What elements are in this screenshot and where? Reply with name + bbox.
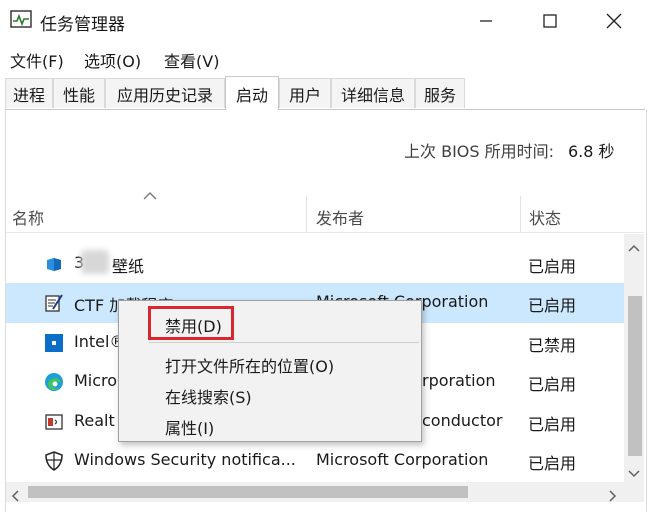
scrollbar-corner [624, 482, 644, 502]
tab-app-history[interactable]: 应用历史记录 [105, 78, 225, 108]
highlight-annotation-box [148, 306, 234, 340]
tab-processes[interactable]: 进程 [5, 78, 53, 108]
tab-services[interactable]: 服务 [415, 78, 465, 108]
column-header-publisher[interactable]: 发布者 [316, 205, 364, 229]
context-item-properties[interactable]: 属性(I) [165, 415, 214, 439]
status-bar [0, 512, 650, 530]
edge-icon [44, 372, 64, 392]
context-item-search-online[interactable]: 在线搜索(S) [165, 384, 252, 408]
window-title: 任务管理器 [40, 15, 125, 35]
row-name: Windows Security notifica... [74, 450, 296, 469]
row-publisher: rporation [422, 371, 496, 390]
bios-time-value: 6.8 秒 [568, 142, 615, 161]
column-header-name[interactable]: 名称 [12, 205, 44, 229]
context-item-open-file-location[interactable]: 打开文件所在的位置(O) [165, 353, 334, 377]
row-status: 已启用 [528, 454, 577, 473]
table-row[interactable]: Windows Security notifica... Microsoft C… [6, 441, 624, 481]
row-name: 壁纸 [112, 257, 145, 276]
close-icon [606, 13, 622, 29]
maximize-icon [543, 14, 557, 28]
redacted-text [81, 250, 109, 274]
column-separator[interactable] [520, 196, 521, 232]
row-publisher: Microsoft Corporation [316, 450, 489, 469]
header-divider [6, 232, 644, 233]
column-header-status[interactable]: 状态 [529, 205, 561, 229]
close-button[interactable] [584, 0, 644, 42]
vertical-scroll-thumb[interactable] [628, 296, 642, 456]
scroll-left-icon[interactable] [10, 487, 20, 506]
row-name: Micro [74, 371, 118, 390]
tab-performance[interactable]: 性能 [53, 78, 105, 108]
bios-time-label: 上次 BIOS 所用时间: [404, 142, 555, 161]
task-manager-icon [10, 10, 32, 30]
notepad-pen-icon [44, 293, 64, 313]
minimize-button[interactable] [456, 0, 516, 42]
scroll-down-icon[interactable] [628, 464, 640, 483]
menu-view[interactable]: 查看(V) [164, 48, 219, 72]
horizontal-scroll-thumb[interactable] [28, 486, 468, 498]
row-status: 已启用 [528, 375, 577, 394]
minimize-icon [480, 20, 492, 22]
row-status: 已禁用 [528, 336, 577, 355]
intel-square-icon [44, 333, 64, 353]
maximize-button[interactable] [520, 0, 580, 42]
sort-ascending-icon [143, 186, 157, 200]
menu-file[interactable]: 文件(F) [10, 48, 64, 72]
scroll-right-icon[interactable] [608, 487, 618, 506]
scroll-up-icon[interactable] [628, 238, 640, 257]
tab-details[interactable]: 详细信息 [331, 78, 415, 108]
row-name: Realt [74, 411, 115, 430]
tab-strip: 进程 性能 应用历史记录 启动 用户 详细信息 服务 [5, 76, 645, 110]
tab-users[interactable]: 用户 [279, 78, 331, 108]
shield-icon [44, 451, 64, 471]
context-menu-separator [149, 342, 419, 343]
row-status: 已启用 [528, 257, 577, 276]
column-separator[interactable] [306, 196, 307, 232]
menu-options[interactable]: 选项(O) [84, 48, 141, 72]
tab-startup[interactable]: 启动 [225, 76, 279, 110]
menu-bar: 文件(F) 选项(O) 查看(V) [0, 44, 650, 72]
row-status: 已启用 [528, 296, 577, 315]
row-publisher: conductor [422, 411, 503, 430]
row-status: 已启用 [528, 415, 577, 434]
realtek-audio-icon [44, 412, 64, 432]
wallpaper-app-icon [44, 254, 64, 274]
